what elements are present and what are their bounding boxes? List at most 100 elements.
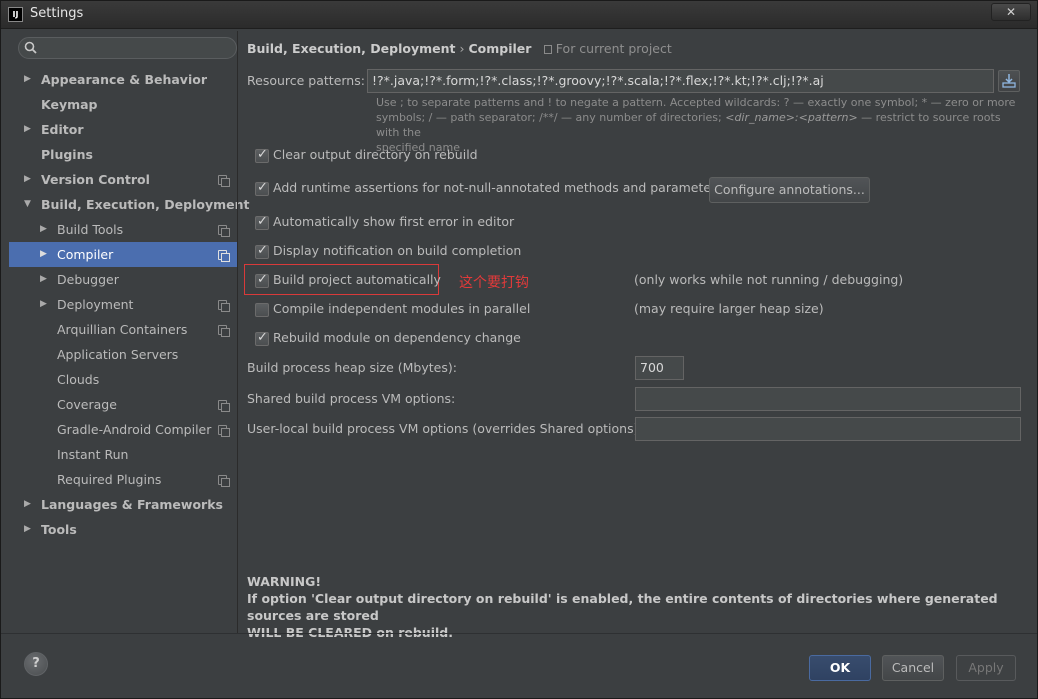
resource-patterns-hint: Use ; to separate patterns and ! to nega… <box>376 95 1026 155</box>
sidebar-item-label: Application Servers <box>57 347 179 362</box>
settings-sidebar: ▶ Appearance & Behavior Keymap ▶ Editor Plugi… <box>9 31 249 633</box>
warning-block: WARNING! If option 'Clear output directo… <box>247 573 1027 641</box>
sidebar-item-plugins[interactable]: Plugins <box>9 142 237 167</box>
shared-vm-label: Shared build process VM options: <box>247 391 456 406</box>
sidebar-item-required-plugins[interactable]: Required Plugins <box>9 467 237 492</box>
rebuild-module-checkbox[interactable]: ✓ <box>255 330 269 346</box>
notify-completion-label: Display notification on build completion <box>273 243 522 258</box>
sidebar-item-label: Compiler <box>57 247 114 262</box>
resource-patterns-label: Resource patterns: <box>247 73 365 88</box>
sidebar-item-build-execution-deployment[interactable]: ▼ Build, Execution, Deployment <box>9 192 249 217</box>
warning-line-1: If option 'Clear output directory on reb… <box>247 591 998 623</box>
sidebar-item-label: Keymap <box>41 97 98 112</box>
sidebar-item-clouds[interactable]: Clouds <box>9 367 237 392</box>
build-automatically-checkbox[interactable]: ✓ <box>255 272 269 288</box>
search-input[interactable] <box>18 37 237 59</box>
sidebar-item-instant-run[interactable]: Instant Run <box>9 442 237 467</box>
project-scope-icon <box>218 425 230 437</box>
sidebar-item-debugger[interactable]: ▶ Debugger <box>9 267 237 292</box>
user-vm-field[interactable] <box>635 417 1021 441</box>
sidebar-item-label: Clouds <box>57 372 100 387</box>
footer-divider <box>1 633 1037 634</box>
collapsed-arrow-icon[interactable]: ▶ <box>24 117 34 142</box>
collapsed-arrow-icon[interactable]: ▶ <box>40 292 50 317</box>
collapsed-arrow-icon[interactable]: ▶ <box>24 167 34 192</box>
project-scope-icon <box>218 400 230 412</box>
configure-annotations-button[interactable]: Configure annotations... <box>709 177 870 203</box>
collapsed-arrow-icon[interactable]: ▶ <box>40 217 50 242</box>
sidebar-item-coverage[interactable]: Coverage <box>9 392 237 417</box>
project-scope-icon <box>218 225 230 237</box>
checkmark-icon: ✓ <box>257 147 268 162</box>
collapsed-arrow-icon[interactable]: ▶ <box>24 67 34 92</box>
red-annotation-text: 这个要打钩 <box>459 275 529 291</box>
window-title: Settings <box>30 6 84 21</box>
ok-button[interactable]: OK <box>809 655 871 681</box>
sidebar-item-label: Deployment <box>57 297 134 312</box>
clear-output-checkbox[interactable]: ✓ <box>255 147 269 163</box>
title-bar: IJ Settings ✕ <box>1 1 1037 29</box>
sidebar-item-tools[interactable]: ▶ Tools <box>9 517 237 542</box>
checkmark-icon: ✓ <box>257 214 268 229</box>
sidebar-item-arquillian-containers[interactable]: Arquillian Containers <box>9 317 237 342</box>
runtime-assertions-checkbox[interactable]: ✓ <box>255 180 269 196</box>
sidebar-item-compiler[interactable]: ▶ Compiler <box>9 242 237 267</box>
project-scope-icon <box>543 45 552 54</box>
project-scope-icon <box>218 175 230 187</box>
sidebar-divider <box>237 31 238 633</box>
sidebar-item-appearance-behavior[interactable]: ▶ Appearance & Behavior <box>9 67 237 92</box>
scope-note: For current project <box>543 41 672 56</box>
apply-button[interactable]: Apply <box>956 655 1016 681</box>
rebuild-module-label: Rebuild module on dependency change <box>273 330 521 345</box>
notify-completion-checkbox[interactable]: ✓ <box>255 243 269 259</box>
sidebar-item-languages-frameworks[interactable]: ▶ Languages & Frameworks <box>9 492 237 517</box>
warning-title: WARNING! <box>247 574 322 589</box>
sidebar-item-label: Languages & Frameworks <box>41 497 223 512</box>
sidebar-item-label: Plugins <box>41 147 93 162</box>
help-button[interactable]: ? <box>24 652 48 676</box>
project-scope-icon <box>218 300 230 312</box>
breadcrumb-parent: Build, Execution, Deployment <box>247 41 456 56</box>
sidebar-item-version-control[interactable]: ▶ Version Control <box>9 167 237 192</box>
sidebar-item-deployment[interactable]: ▶ Deployment <box>9 292 237 317</box>
runtime-assertions-label: Add runtime assertions for not-null-anno… <box>273 180 723 195</box>
sidebar-item-label: Instant Run <box>57 447 129 462</box>
close-button[interactable]: ✕ <box>991 3 1031 21</box>
checkmark-icon: ✓ <box>257 272 268 287</box>
heap-size-field[interactable]: 700 <box>635 356 684 380</box>
sidebar-item-gradle-android-compiler[interactable]: Gradle-Android Compiler <box>9 417 237 442</box>
expanded-arrow-icon[interactable]: ▼ <box>24 192 34 217</box>
collapsed-arrow-icon[interactable]: ▶ <box>40 242 50 267</box>
clear-output-label: Clear output directory on rebuild <box>273 147 478 162</box>
sidebar-item-application-servers[interactable]: Application Servers <box>9 342 237 367</box>
expand-field-button[interactable] <box>998 70 1020 92</box>
collapsed-arrow-icon[interactable]: ▶ <box>24 492 34 517</box>
sidebar-item-editor[interactable]: ▶ Editor <box>9 117 237 142</box>
breadcrumb-current: Compiler <box>468 41 532 56</box>
compile-parallel-checkbox[interactable] <box>255 303 269 317</box>
checkmark-icon: ✓ <box>257 330 268 345</box>
sidebar-item-label: Build, Execution, Deployment <box>41 197 250 212</box>
heap-size-label: Build process heap size (Mbytes): <box>247 360 457 375</box>
build-automatically-label: Build project automatically <box>273 272 441 287</box>
show-first-error-label: Automatically show first error in editor <box>273 214 515 229</box>
compile-parallel-label: Compile independent modules in parallel <box>273 301 531 316</box>
sidebar-item-keymap[interactable]: Keymap <box>9 92 237 117</box>
intellij-app-icon: IJ <box>8 7 23 22</box>
checkmark-icon: ✓ <box>257 180 268 195</box>
hint-line-2-text: symbols; / — path separator; /**/ — any … <box>376 111 726 124</box>
resource-patterns-field[interactable]: !?*.java;!?*.form;!?*.class;!?*.groovy;!… <box>367 69 994 93</box>
shared-vm-field[interactable] <box>635 387 1021 411</box>
collapsed-arrow-icon[interactable]: ▶ <box>24 517 34 542</box>
scope-note-text: For current project <box>555 41 672 56</box>
sidebar-item-build-tools[interactable]: ▶ Build Tools <box>9 217 237 242</box>
checkmark-icon: ✓ <box>257 243 268 258</box>
collapsed-arrow-icon[interactable]: ▶ <box>40 267 50 292</box>
sidebar-item-label: Tools <box>41 522 77 537</box>
show-first-error-checkbox[interactable]: ✓ <box>255 214 269 230</box>
search-icon <box>24 41 37 54</box>
sidebar-item-label: Build Tools <box>57 222 124 237</box>
cancel-button[interactable]: Cancel <box>882 655 944 681</box>
compiler-settings-panel: Build, Execution, Deployment › Compiler Fo… <box>244 31 1027 640</box>
build-automatically-note: (only works while not running / debuggin… <box>634 272 904 287</box>
